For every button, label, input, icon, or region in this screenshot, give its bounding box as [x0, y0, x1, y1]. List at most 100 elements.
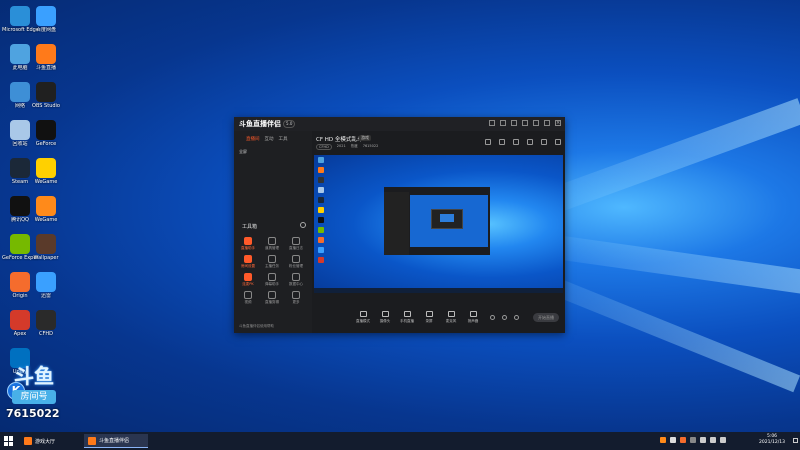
record-icon[interactable]	[527, 139, 533, 145]
preview-icon	[318, 247, 324, 253]
tool-item[interactable]: 粉丝管理	[284, 255, 308, 269]
desktop-icon-label: WeGame	[34, 179, 58, 185]
tool-item[interactable]: 弹幕助手	[260, 273, 284, 287]
desktop-icon[interactable]: 百度网盘	[28, 4, 64, 33]
meta-game[interactable]: CFHD	[316, 144, 332, 150]
phone-live-button[interactable]: 手机直播	[396, 311, 418, 324]
chevron-up-icon[interactable]	[690, 437, 696, 443]
tool-icon	[292, 237, 300, 245]
desktop-icon-label: 迅雷	[40, 293, 51, 299]
preview-taskbar	[314, 288, 563, 293]
nested-app-window	[384, 187, 490, 255]
live-icon[interactable]	[541, 139, 547, 145]
windows-start-icon[interactable]	[4, 436, 14, 446]
tool-item[interactable]: 主播任务	[260, 255, 284, 269]
desktop-icon[interactable]: Wallpaper	[28, 232, 64, 261]
app-titlebar[interactable]: 斗鱼直播伴侣 5.0 ×	[234, 117, 565, 131]
gear-icon[interactable]	[300, 222, 306, 228]
settings-icon[interactable]	[514, 315, 519, 320]
preview-icon	[318, 177, 324, 183]
tool-icon	[244, 273, 252, 281]
clock[interactable]: 5:06 2021/12/13	[752, 434, 792, 446]
tool-item[interactable]: 更多	[284, 291, 308, 305]
tool-item[interactable]: 房间设置	[236, 255, 260, 269]
speaker-button[interactable]: 扬声器	[462, 311, 484, 324]
preview-icon	[318, 207, 324, 213]
record-screen-button[interactable]: 录屏	[418, 311, 440, 324]
tool-item[interactable]: 直播助手	[236, 237, 260, 251]
phone-icon	[403, 311, 411, 317]
taskbar-app-game-hall[interactable]: 游戏大厅	[20, 434, 80, 448]
preview-icon	[318, 217, 324, 223]
tab-live-room[interactable]: 直播间	[246, 136, 260, 142]
tray-app-icon[interactable]	[680, 437, 686, 443]
tool-item[interactable]: 数据中心	[284, 273, 308, 287]
skin-icon[interactable]	[489, 120, 495, 126]
volume-icon[interactable]	[710, 437, 716, 443]
maximize-icon[interactable]	[544, 120, 550, 126]
preview-icon	[318, 187, 324, 193]
network-icon[interactable]	[700, 437, 706, 443]
desktop-icon[interactable]: 斗鱼直播	[28, 42, 64, 71]
app-icon	[88, 436, 96, 445]
video-icon[interactable]	[490, 315, 495, 320]
camera-icon[interactable]	[513, 139, 519, 145]
app-icon	[36, 6, 56, 26]
control-label: 录屏	[425, 319, 433, 323]
preview-icon	[318, 227, 324, 233]
toolbox-title: 工具箱	[242, 224, 258, 230]
taskbar-app-label: 游戏大厅	[35, 438, 56, 445]
tool-item[interactable]: 道具管理	[260, 237, 284, 251]
badge-tag: 房间号	[12, 390, 56, 404]
room-number: 7615022	[6, 407, 60, 420]
tool-icon	[268, 237, 276, 245]
version-badge[interactable]: 5.0	[283, 120, 296, 128]
desktop-icon[interactable]: CFHD	[28, 308, 64, 337]
app-icon	[10, 120, 30, 140]
desktop-icon[interactable]: 迅雷	[28, 270, 64, 299]
tool-item[interactable]: 视频	[236, 291, 260, 305]
center-panel: CF HD 全模式乱斗 游戏 CFHD 2021 热度 7615022 直播模式…	[312, 131, 565, 333]
tab-tools[interactable]: 工具	[279, 136, 288, 142]
close-icon[interactable]: ×	[555, 120, 561, 126]
tool-item[interactable]: 直播日志	[284, 237, 308, 251]
desktop-icon-label: Wallpaper	[33, 255, 59, 261]
help-link[interactable]: 斗鱼直播伴侣使用帮助	[239, 324, 274, 329]
taskbar-app-label: 斗鱼直播伴侣	[99, 438, 130, 444]
start-live-button[interactable]: 开始直播	[533, 313, 559, 322]
stream-preview[interactable]	[314, 155, 563, 293]
desktop-icon[interactable]: OBS Studio	[28, 80, 64, 109]
app-icon	[36, 158, 56, 178]
minimize-icon[interactable]	[533, 120, 539, 126]
desktop-background: Microsoft Edge 百度网盘 此电脑 斗鱼直播 网络 OBS Studio 回收站…	[0, 0, 800, 432]
tool-item[interactable]: 连麦PK	[236, 273, 260, 287]
notification-icon[interactable]	[793, 438, 798, 443]
layout-icon[interactable]	[485, 139, 491, 145]
logo-pane	[9, 436, 13, 441]
tray-app-icon[interactable]	[660, 437, 666, 443]
tool-item[interactable]: 直播剪辑	[260, 291, 284, 305]
microphone-icon	[447, 311, 455, 317]
microphone-button[interactable]: 麦克风	[440, 311, 462, 324]
mode-button[interactable]: 直播模式	[352, 311, 374, 324]
desktop-icon[interactable]: WeGame	[28, 156, 64, 185]
desktop-icon[interactable]: GeForce	[28, 118, 64, 147]
stream-title[interactable]: CF HD 全模式乱斗	[316, 135, 362, 143]
settings-icon[interactable]	[511, 120, 517, 126]
mail-icon[interactable]	[500, 120, 506, 126]
camera-button[interactable]: 摄像头	[374, 311, 396, 324]
menu-icon[interactable]	[522, 120, 528, 126]
dot-icon[interactable]	[502, 315, 507, 320]
taskbar-app-streaming[interactable]: 斗鱼直播伴侣	[84, 434, 148, 448]
tray-app-icon[interactable]	[670, 437, 676, 443]
app-icon	[10, 44, 30, 64]
desktop-icon[interactable]: WeGame	[28, 194, 64, 223]
lock-icon[interactable]	[499, 139, 505, 145]
tool-icon	[244, 255, 252, 263]
share-icon[interactable]	[555, 139, 561, 145]
stream-category-tag[interactable]: 游戏	[359, 135, 371, 141]
ime-icon[interactable]	[720, 437, 726, 443]
tab-interact[interactable]: 互动	[265, 136, 274, 142]
scene-row[interactable]: 全屏	[239, 149, 247, 155]
preview-toolbar	[485, 139, 561, 145]
